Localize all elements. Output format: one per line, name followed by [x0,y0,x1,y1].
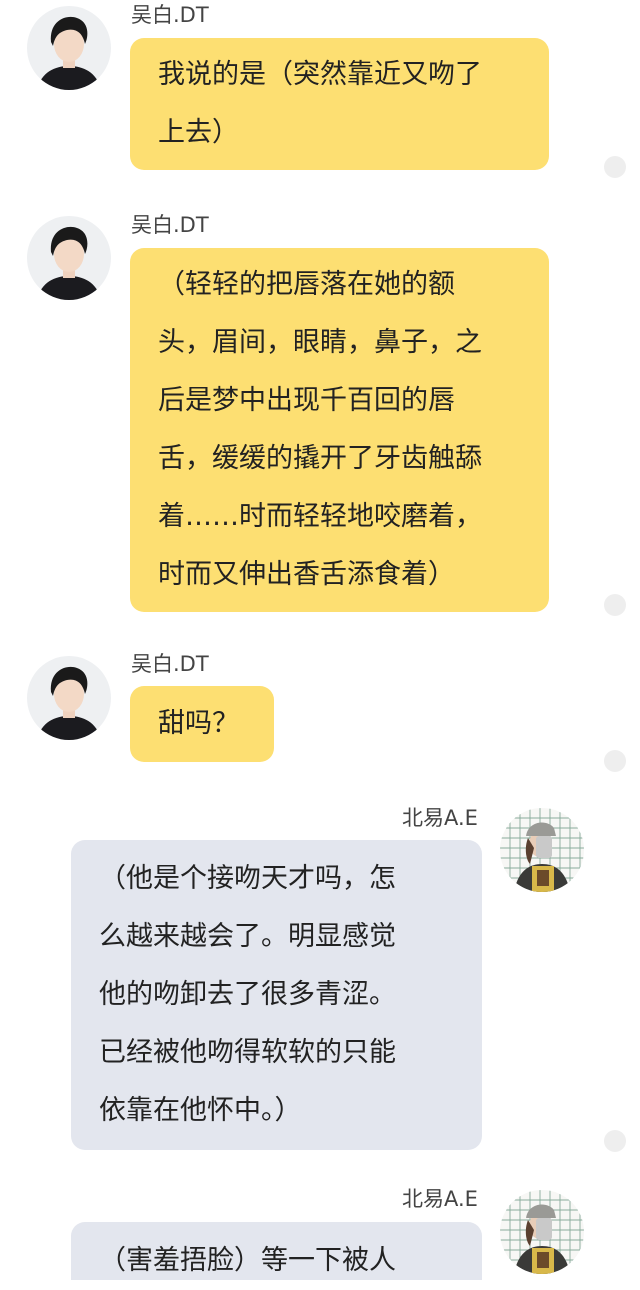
message-bubble[interactable]: （他是个接吻天才吗，怎 么越来越会了。明显感觉 他的吻卸去了很多青涩。 已经被他… [71,840,482,1150]
message-line: 时而又伸出香舌添食着） [158,559,455,590]
avatar-beiyi[interactable] [500,808,584,892]
message-line: 已经被他吻得软软的只能 [99,1037,396,1068]
avatar-wubai[interactable] [27,6,111,90]
read-status-dot [604,750,626,772]
avatar-beiyi[interactable] [500,1190,584,1274]
message-bubble[interactable]: （轻轻的把唇落在她的额 头，眉间，眼睛，鼻子，之 后是梦中出现千百回的唇 舌，缓… [130,248,549,612]
avatar-girl-image [500,808,584,892]
read-status-dot [604,1130,626,1152]
avatar-girl-image [500,1190,584,1274]
avatar-man-image [27,6,111,90]
sender-name: 吴白.DT [131,3,209,27]
sender-name: 吴白.DT [131,213,209,237]
sender-name: 北易A.E [402,806,478,830]
message-bubble[interactable]: （害羞捂脸）等一下被人 [71,1222,482,1280]
sender-name: 吴白.DT [131,652,209,676]
message-line: 甜吗？ [158,708,239,739]
avatar-wubai[interactable] [27,216,111,300]
avatar-man-image [27,656,111,740]
message-bubble[interactable]: 甜吗？ [130,686,274,762]
message-line: 依靠在他怀中。） [99,1095,302,1126]
message-bubble[interactable]: 我说的是（突然靠近又吻了 上去） [130,38,549,170]
message-line: 后是梦中出现千百回的唇 [158,385,455,416]
message-line: 他的吻卸去了很多青涩。 [99,979,396,1010]
message-line: （他是个接吻天才吗，怎 [99,863,396,894]
avatar-wubai[interactable] [27,656,111,740]
message-line: （轻轻的把唇落在她的额 [158,269,455,300]
avatar-man-image [27,216,111,300]
message-line: 么越来越会了。明显感觉 [99,921,396,952]
message-line: 着……时而轻轻地咬磨着， [158,501,482,532]
sender-name: 北易A.E [402,1187,478,1211]
message-line: 我说的是（突然靠近又吻了 [158,59,482,90]
message-line: 上去） [158,117,239,148]
message-line: 舌，缓缓的撬开了牙齿触舔 [158,443,482,474]
read-status-dot [604,594,626,616]
message-line: （害羞捂脸）等一下被人 [99,1245,396,1276]
message-line: 头，眉间，眼睛，鼻子，之 [158,327,482,358]
read-status-dot [604,156,626,178]
